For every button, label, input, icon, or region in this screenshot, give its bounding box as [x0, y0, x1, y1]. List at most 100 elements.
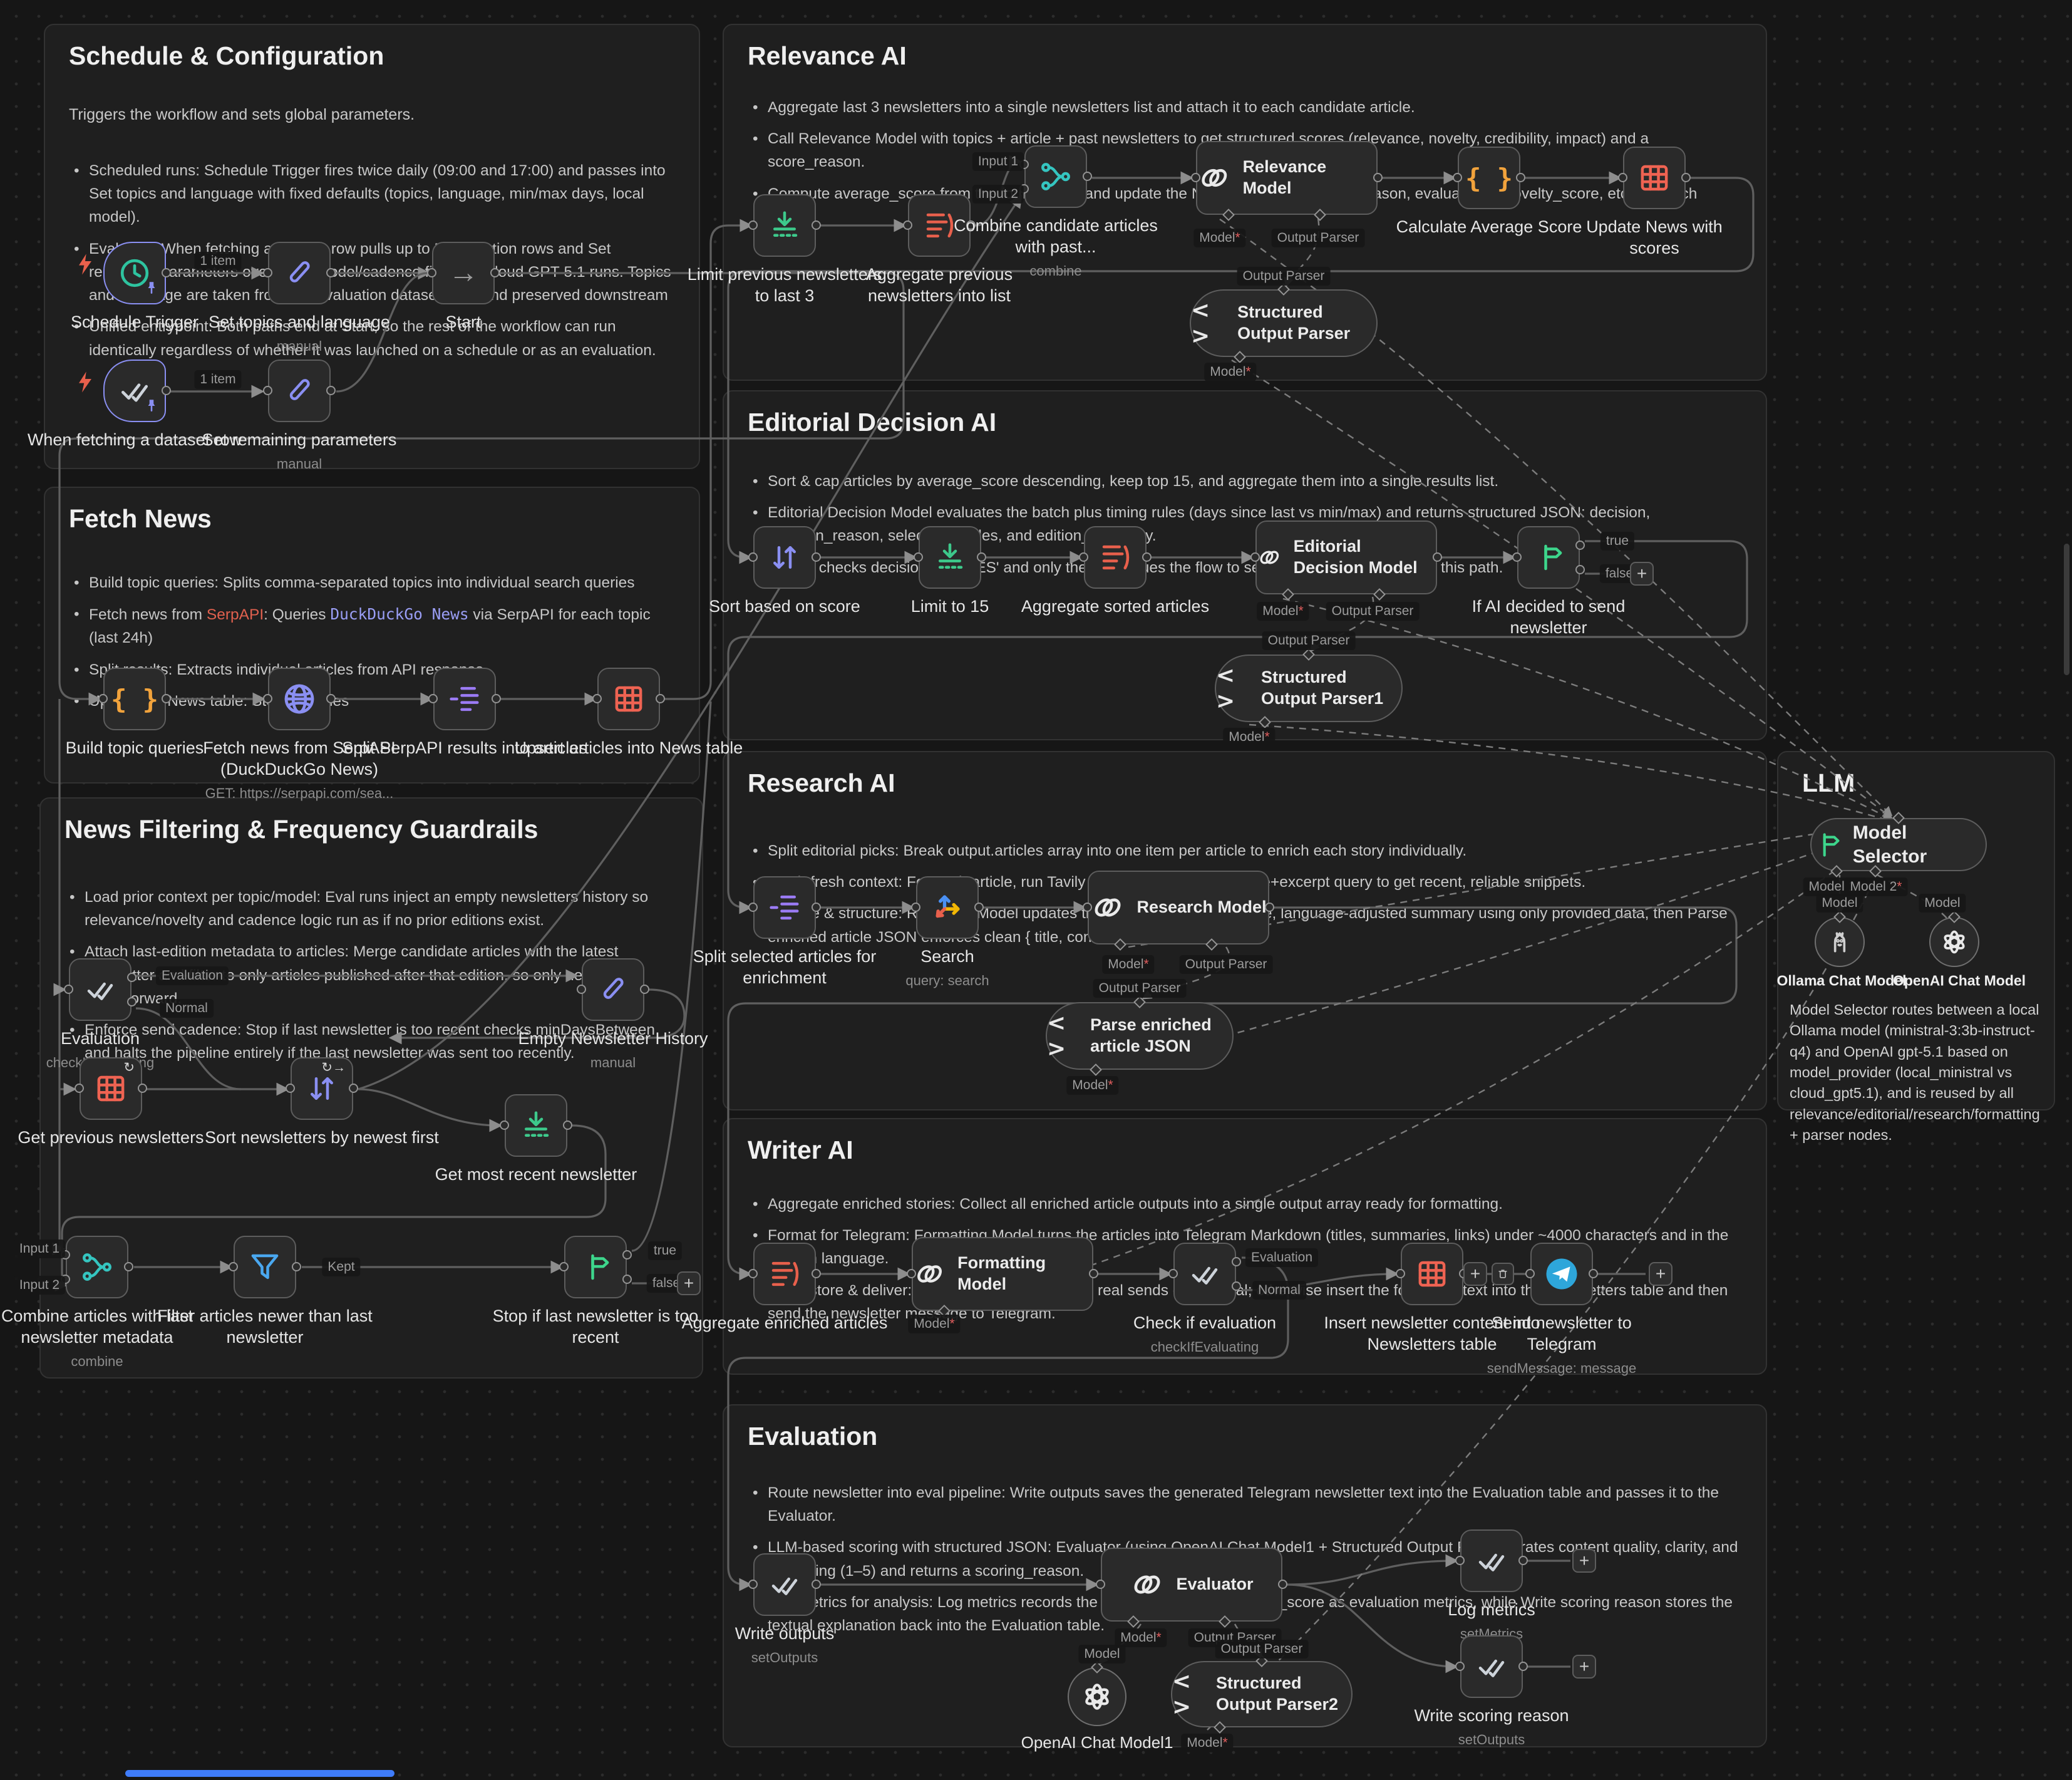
- node-structured-output-parser[interactable]: < > Structured Output Parser: [1190, 289, 1378, 357]
- node-start[interactable]: → Start: [432, 242, 495, 304]
- node-aggregate-enriched-articles[interactable]: Aggregate enriched articles: [753, 1243, 816, 1305]
- output-label: Evaluation: [1245, 1248, 1318, 1267]
- double-check-icon: [1475, 1650, 1508, 1684]
- output-port[interactable]: [162, 268, 171, 277]
- code-parser-icon: < >: [1172, 1669, 1207, 1720]
- add-node-button[interactable]: +: [1572, 1549, 1596, 1573]
- node-editorial-decision-model[interactable]: Editorial Decision Model: [1255, 520, 1437, 594]
- add-node-button[interactable]: +: [1649, 1262, 1673, 1286]
- bullet: If node checks decision === 'YES' and on…: [748, 556, 1742, 579]
- input-label: Input 2: [972, 185, 1024, 204]
- delete-button[interactable]: [1492, 1263, 1514, 1285]
- node-limit-previous-newsletters[interactable]: Limit previous newsletters to last 3: [753, 194, 816, 257]
- add-node-button[interactable]: +: [1463, 1262, 1487, 1286]
- node-limit-to-15[interactable]: Limit to 15: [919, 526, 981, 589]
- node-aggregate-sorted-articles[interactable]: Aggregate sorted articles: [1084, 526, 1147, 589]
- section-title: News Filtering & Frequency Guardrails: [64, 815, 678, 844]
- node-evaluation-switch[interactable]: EvaluationcheckIfEvaluating: [69, 958, 131, 1021]
- node-upsert-articles-news-table[interactable]: Upsert articles into News table: [597, 668, 660, 730]
- node-write-outputs[interactable]: Write outputssetOutputs: [753, 1553, 816, 1616]
- node-insert-newsletter-content[interactable]: Insert newsletter content into Newslette…: [1401, 1243, 1463, 1305]
- bullet: Build topic queries: Splits comma-separa…: [69, 571, 675, 594]
- node-set-topics-and-language[interactable]: Set topics and languagemanual: [268, 242, 331, 304]
- workflow-canvas[interactable]: Schedule & Configuration Triggers the wo…: [0, 0, 2072, 1780]
- llm-description: Model Selector routes between a local Ol…: [1790, 1000, 2043, 1146]
- model-port-label: Model: [1919, 894, 1966, 913]
- node-parse-enriched-article-json[interactable]: < > Parse enriched article JSON: [1046, 1002, 1234, 1070]
- node-when-fetching-dataset-row[interactable]: When fetching a dataset row: [103, 360, 166, 422]
- node-schedule-trigger[interactable]: Schedule Trigger: [103, 242, 166, 304]
- node-build-topic-queries[interactable]: { } Build topic queries: [103, 668, 166, 730]
- node-filter-articles-newer[interactable]: Filter articles newer than last newslett…: [234, 1236, 296, 1298]
- input-label: Input 1: [14, 1239, 65, 1258]
- model-port-label: Model*: [1102, 955, 1154, 974]
- section-title: Schedule & Configuration: [69, 41, 675, 71]
- node-label: OpenAI Chat Model: [1893, 973, 2026, 990]
- node-combine-candidate-articles[interactable]: Combine candidate articles with past...c…: [1024, 145, 1087, 208]
- add-node-button[interactable]: +: [1630, 562, 1654, 586]
- node-openai-chat-model[interactable]: [1929, 917, 1979, 967]
- node-model-selector[interactable]: Model Selector: [1810, 818, 1987, 871]
- split-icon: [768, 891, 801, 924]
- chain-icon: [913, 1256, 946, 1291]
- merge-icon: [1039, 160, 1073, 194]
- node-split-serpapi-results[interactable]: Split SerpAPI results into articles: [433, 668, 496, 730]
- output-label: Kept: [322, 1258, 360, 1276]
- node-set-remaining-parameters[interactable]: Set remaining parametersmanual: [268, 360, 331, 422]
- node-sort-newsletters-newest-first[interactable]: ↻→ Sort newsletters by newest first: [291, 1057, 353, 1120]
- node-update-news-with-scores[interactable]: Update News with scores: [1623, 147, 1686, 209]
- node-sort-based-on-score[interactable]: Sort based on score: [753, 526, 816, 589]
- table-icon: [1637, 161, 1671, 195]
- section-title: Research AI: [748, 768, 1742, 798]
- add-node-button[interactable]: +: [677, 1271, 701, 1295]
- section-title: Fetch News: [69, 504, 675, 534]
- node-calculate-average-score[interactable]: { } Calculate Average Score: [1458, 147, 1520, 209]
- node-write-scoring-reason[interactable]: Write scoring reasonsetOutputs: [1460, 1635, 1523, 1698]
- vertical-scrollbar[interactable]: [2064, 544, 2069, 675]
- node-get-most-recent-newsletter[interactable]: Get most recent newsletter: [505, 1094, 567, 1157]
- model-port-label: Model: [1816, 894, 1863, 913]
- output-parser-port-label: Output Parser: [1215, 1640, 1309, 1658]
- chain-icon: [1090, 890, 1125, 925]
- section-title: Relevance AI: [748, 41, 1742, 71]
- pin-icon: [143, 398, 160, 417]
- code-parser-icon: < >: [1216, 663, 1252, 714]
- node-send-newsletter-telegram[interactable]: Send newsletter to TelegramsendMessage: …: [1530, 1243, 1593, 1305]
- table-icon: [612, 682, 646, 716]
- aggregate-icon: [1098, 541, 1132, 574]
- limit-icon: [768, 209, 801, 242]
- node-relevance-model[interactable]: Relevance Model: [1196, 141, 1378, 215]
- node-get-previous-newsletters[interactable]: ↻ Get previous newsletters: [80, 1057, 142, 1120]
- connection-count-label: 1 item: [194, 370, 241, 389]
- node-log-metrics[interactable]: Log metricssetMetrics: [1460, 1529, 1523, 1592]
- node-structured-output-parser1[interactable]: < > Structured Output Parser1: [1215, 655, 1403, 722]
- model-port-label: Model*: [1066, 1076, 1118, 1095]
- table-icon: [94, 1072, 128, 1105]
- node-check-if-evaluation[interactable]: Check if evaluationcheckIfEvaluating: [1173, 1243, 1236, 1305]
- node-empty-newsletter-history[interactable]: Empty Newsletter Historymanual: [582, 958, 644, 1021]
- section-title: LLM: [1802, 768, 2030, 798]
- output-parser-port-label: Output Parser: [1272, 229, 1365, 247]
- model-port-label: Model*: [1193, 229, 1245, 247]
- node-openai-chat-model1[interactable]: OpenAI Chat Model1: [1068, 1667, 1126, 1726]
- node-fetch-news-serpapi[interactable]: Fetch news from SerpAPI (DuckDuckGo News…: [268, 668, 331, 730]
- node-evaluator[interactable]: Evaluator: [1101, 1548, 1282, 1622]
- chain-icon: [1130, 1567, 1165, 1602]
- node-formatting-model[interactable]: Formatting Model: [912, 1237, 1093, 1311]
- node-combine-articles-last-newsletter[interactable]: Combine articles with last newsletter me…: [66, 1236, 128, 1298]
- bullet: Load prior context per topic/model: Eval…: [64, 886, 678, 932]
- node-research-model[interactable]: Research Model: [1088, 871, 1269, 944]
- horizontal-scrollbar[interactable]: [125, 1770, 394, 1777]
- filter-icon: [248, 1250, 282, 1284]
- node-tavily-search[interactable]: Searchquery: search: [916, 876, 979, 939]
- model-port-label: Model*: [1181, 1734, 1233, 1752]
- node-structured-output-parser2[interactable]: < > Structured Output Parser2: [1171, 1661, 1353, 1727]
- node-split-selected-articles[interactable]: Split selected articles for enrichment: [753, 876, 816, 939]
- pin-icon: [143, 280, 160, 299]
- input-label: Input 2: [14, 1276, 65, 1295]
- node-if-ai-decided-to-send[interactable]: If AI decided to send newsletter: [1517, 526, 1580, 589]
- node-ollama-chat-model[interactable]: [1815, 917, 1865, 967]
- node-stop-if-newsletter-too-recent[interactable]: Stop if last newsletter is too recent: [564, 1236, 627, 1298]
- add-node-button[interactable]: +: [1572, 1655, 1596, 1679]
- telegram-icon: [1544, 1256, 1579, 1291]
